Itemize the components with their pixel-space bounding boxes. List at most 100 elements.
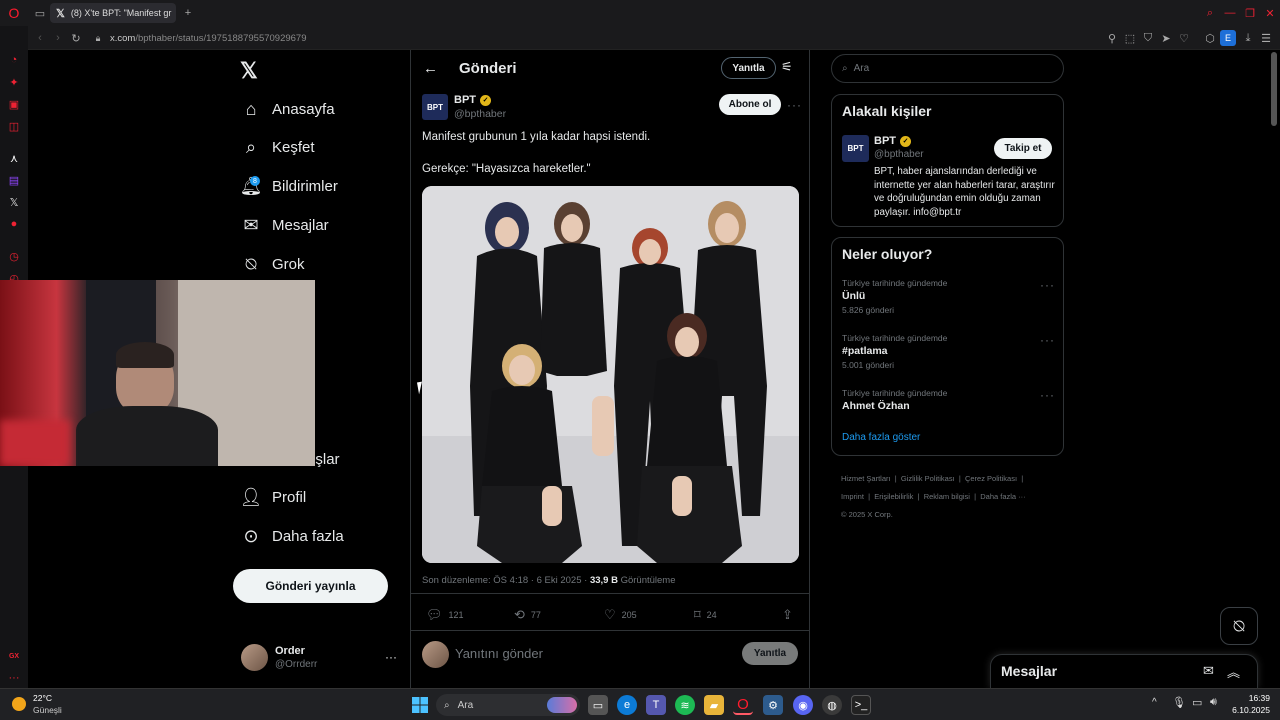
download-icon[interactable]: ⤓ [1240,30,1256,46]
new-tab-icon[interactable]: + [180,5,196,21]
active-tab[interactable]: 𝕏 (8) X'te BPT: "Manifest gr [50,3,176,23]
volume-icon[interactable]: 🔊︎ [1210,696,1217,709]
app-icon[interactable]: ◍ [822,695,842,715]
pin-icon[interactable]: ⚲ [1104,30,1120,46]
trend-context: Türkiye tarihinde gündemde [842,333,948,343]
trend-menu-icon[interactable]: ··· [1040,333,1055,347]
speed-dial-icon[interactable]: ◔ [6,52,22,68]
terminal-icon[interactable]: >_ [851,695,871,715]
grok-float-button[interactable]: ⍉ [1220,607,1258,645]
share-stat[interactable]: ⇪ [782,607,799,623]
account-menu-icon[interactable]: ··· [385,650,397,664]
footer-link[interactable]: Gizlilik Politikası [901,474,955,483]
nav-grok[interactable]: ⍉ Grok [240,249,305,279]
nav-more[interactable]: ⊙ Daha fazla [240,521,343,551]
like-stat[interactable]: ♡ 205 [604,607,637,623]
nav-home[interactable]: ⌂ Anasayfa [240,94,335,124]
x-app-icon[interactable]: 𝕏 [6,194,22,210]
footer-link[interactable]: Daha fazla ··· [980,492,1025,501]
tray-chevron-icon[interactable]: ^ [1152,697,1157,708]
x-logo-icon[interactable]: 𝕏 [240,58,258,84]
sidebar-app-icon[interactable]: ⋏ [6,150,22,166]
follow-button[interactable]: Takip et [994,138,1052,159]
discord-icon[interactable]: ◉ [793,695,813,715]
footer-link[interactable]: Erişilebilirlik [874,492,913,501]
clock-time[interactable]: 16:39 [1234,693,1270,703]
new-message-icon[interactable]: ✉ [1203,663,1214,679]
network-icon[interactable]: ▭ [1192,696,1202,709]
search-tabs-icon[interactable]: ⌕ [1202,5,1218,21]
nav-explore[interactable]: ⌕ Keşfet [240,132,315,162]
heart-icon[interactable]: ♡ [1176,30,1192,46]
account-avatar[interactable] [241,644,268,671]
trend-menu-icon[interactable]: ··· [1040,278,1055,292]
scrollbar-thumb[interactable] [1271,52,1277,126]
trend-item[interactable]: Türkiye tarihinde gündemde #patlama 5.00… [842,333,947,370]
teams-icon[interactable]: T [646,695,666,715]
reply-submit-button[interactable]: Yanıtla [742,642,798,665]
relevant-avatar[interactable]: BPT [842,135,869,162]
bookmark-stat[interactable]: ⌑ 24 [694,607,717,623]
close-window-icon[interactable]: ✕ [1262,5,1278,21]
reply-stat[interactable]: 💬︎ 121 [426,607,464,623]
shield-icon[interactable]: ⛉ [1140,30,1156,46]
post-button[interactable]: Gönderi yayınla [233,569,388,603]
webcam-hand [0,420,70,466]
show-more-link[interactable]: Daha fazla göster [842,432,920,443]
post-image[interactable] [422,186,799,563]
footer-link[interactable]: Reklam bilgisi [924,492,970,501]
post-menu-icon[interactable]: ··· [787,98,802,112]
search-input[interactable]: ⌕ Ara [831,54,1064,83]
taskbar-search[interactable]: ⌕ Ara [436,694,580,716]
task-view-icon[interactable]: ▭ [588,695,608,715]
windows-start-icon[interactable] [410,695,430,715]
forward-icon[interactable]: › [50,30,66,46]
expand-icon[interactable]: ︽ [1227,662,1240,681]
footer-link[interactable]: Çerez Politikası [965,474,1017,483]
profile-e-icon[interactable]: E [1220,30,1236,46]
nav-messages[interactable]: ✉ Mesajlar [240,210,328,240]
trend-item[interactable]: Türkiye tarihinde gündemde Ahmet Özhan [842,388,947,412]
footer-link[interactable]: Imprint [841,492,864,501]
back-arrow-icon[interactable]: ← [423,60,438,77]
trend-menu-icon[interactable]: ··· [1040,388,1055,402]
weather-temp[interactable]: 22°C [33,693,52,703]
subscribe-button[interactable]: Abone ol [719,94,781,115]
reply-input[interactable]: Yanıtını gönder [455,646,543,661]
menu-icon[interactable]: ☰ [1258,30,1274,46]
url-field[interactable]: x.com/bpthaber/status/197518879557092967… [110,30,307,46]
send-icon[interactable]: ➤ [1158,30,1174,46]
snapshot-icon[interactable]: ⬚ [1122,30,1138,46]
repost-stat[interactable]: ⟲ 77 [514,607,541,623]
reply-header-button[interactable]: Yanıtla [721,57,776,79]
nav-profile[interactable]: 👤︎ Profil [240,482,307,512]
minimize-icon[interactable]: — [1222,5,1238,21]
footer-link[interactable]: Hizmet Şartları [841,474,891,483]
author-avatar[interactable]: BPT [422,94,448,120]
gx-icon[interactable]: GX [6,648,22,664]
twitch-icon[interactable]: ▤ [6,172,22,188]
file-explorer-icon[interactable]: ▰ [704,695,724,715]
reload-icon[interactable]: ↻ [68,30,84,46]
spotify-icon[interactable]: ≋ [675,695,695,715]
more-icon[interactable]: ··· [6,670,22,686]
tab-overview-icon[interactable]: ▭ [32,5,48,21]
messenger-icon[interactable]: ▣ [6,96,22,112]
extensions-icon[interactable]: ⬡ [1202,30,1218,46]
trend-item[interactable]: Türkiye tarihinde gündemde Ünlü 5.826 gö… [842,278,947,315]
steam-icon[interactable]: ⚙ [763,695,783,715]
relevant-name-row[interactable]: BPT ✓ [874,135,911,147]
music-icon[interactable]: ● [6,216,22,232]
ai-icon[interactable]: ✦ [6,74,22,90]
maximize-icon[interactable]: ❐ [1242,5,1258,21]
edge-icon[interactable]: e [617,695,637,715]
microphone-icon[interactable]: 🎙︎ [1172,696,1186,709]
opera-logo-icon[interactable]: O [6,5,22,21]
history-icon[interactable]: ◷ [6,248,22,264]
author-name-row[interactable]: BPT ✓ [454,94,491,106]
filter-icon[interactable]: ⚟ [781,59,793,75]
messages-drawer[interactable]: Mesajlar ✉ ︽ [990,654,1258,688]
opera-gx-taskbar-icon[interactable]: O [733,695,753,715]
instagram-icon[interactable]: ◫ [6,118,22,134]
back-icon[interactable]: ‹ [32,30,48,46]
